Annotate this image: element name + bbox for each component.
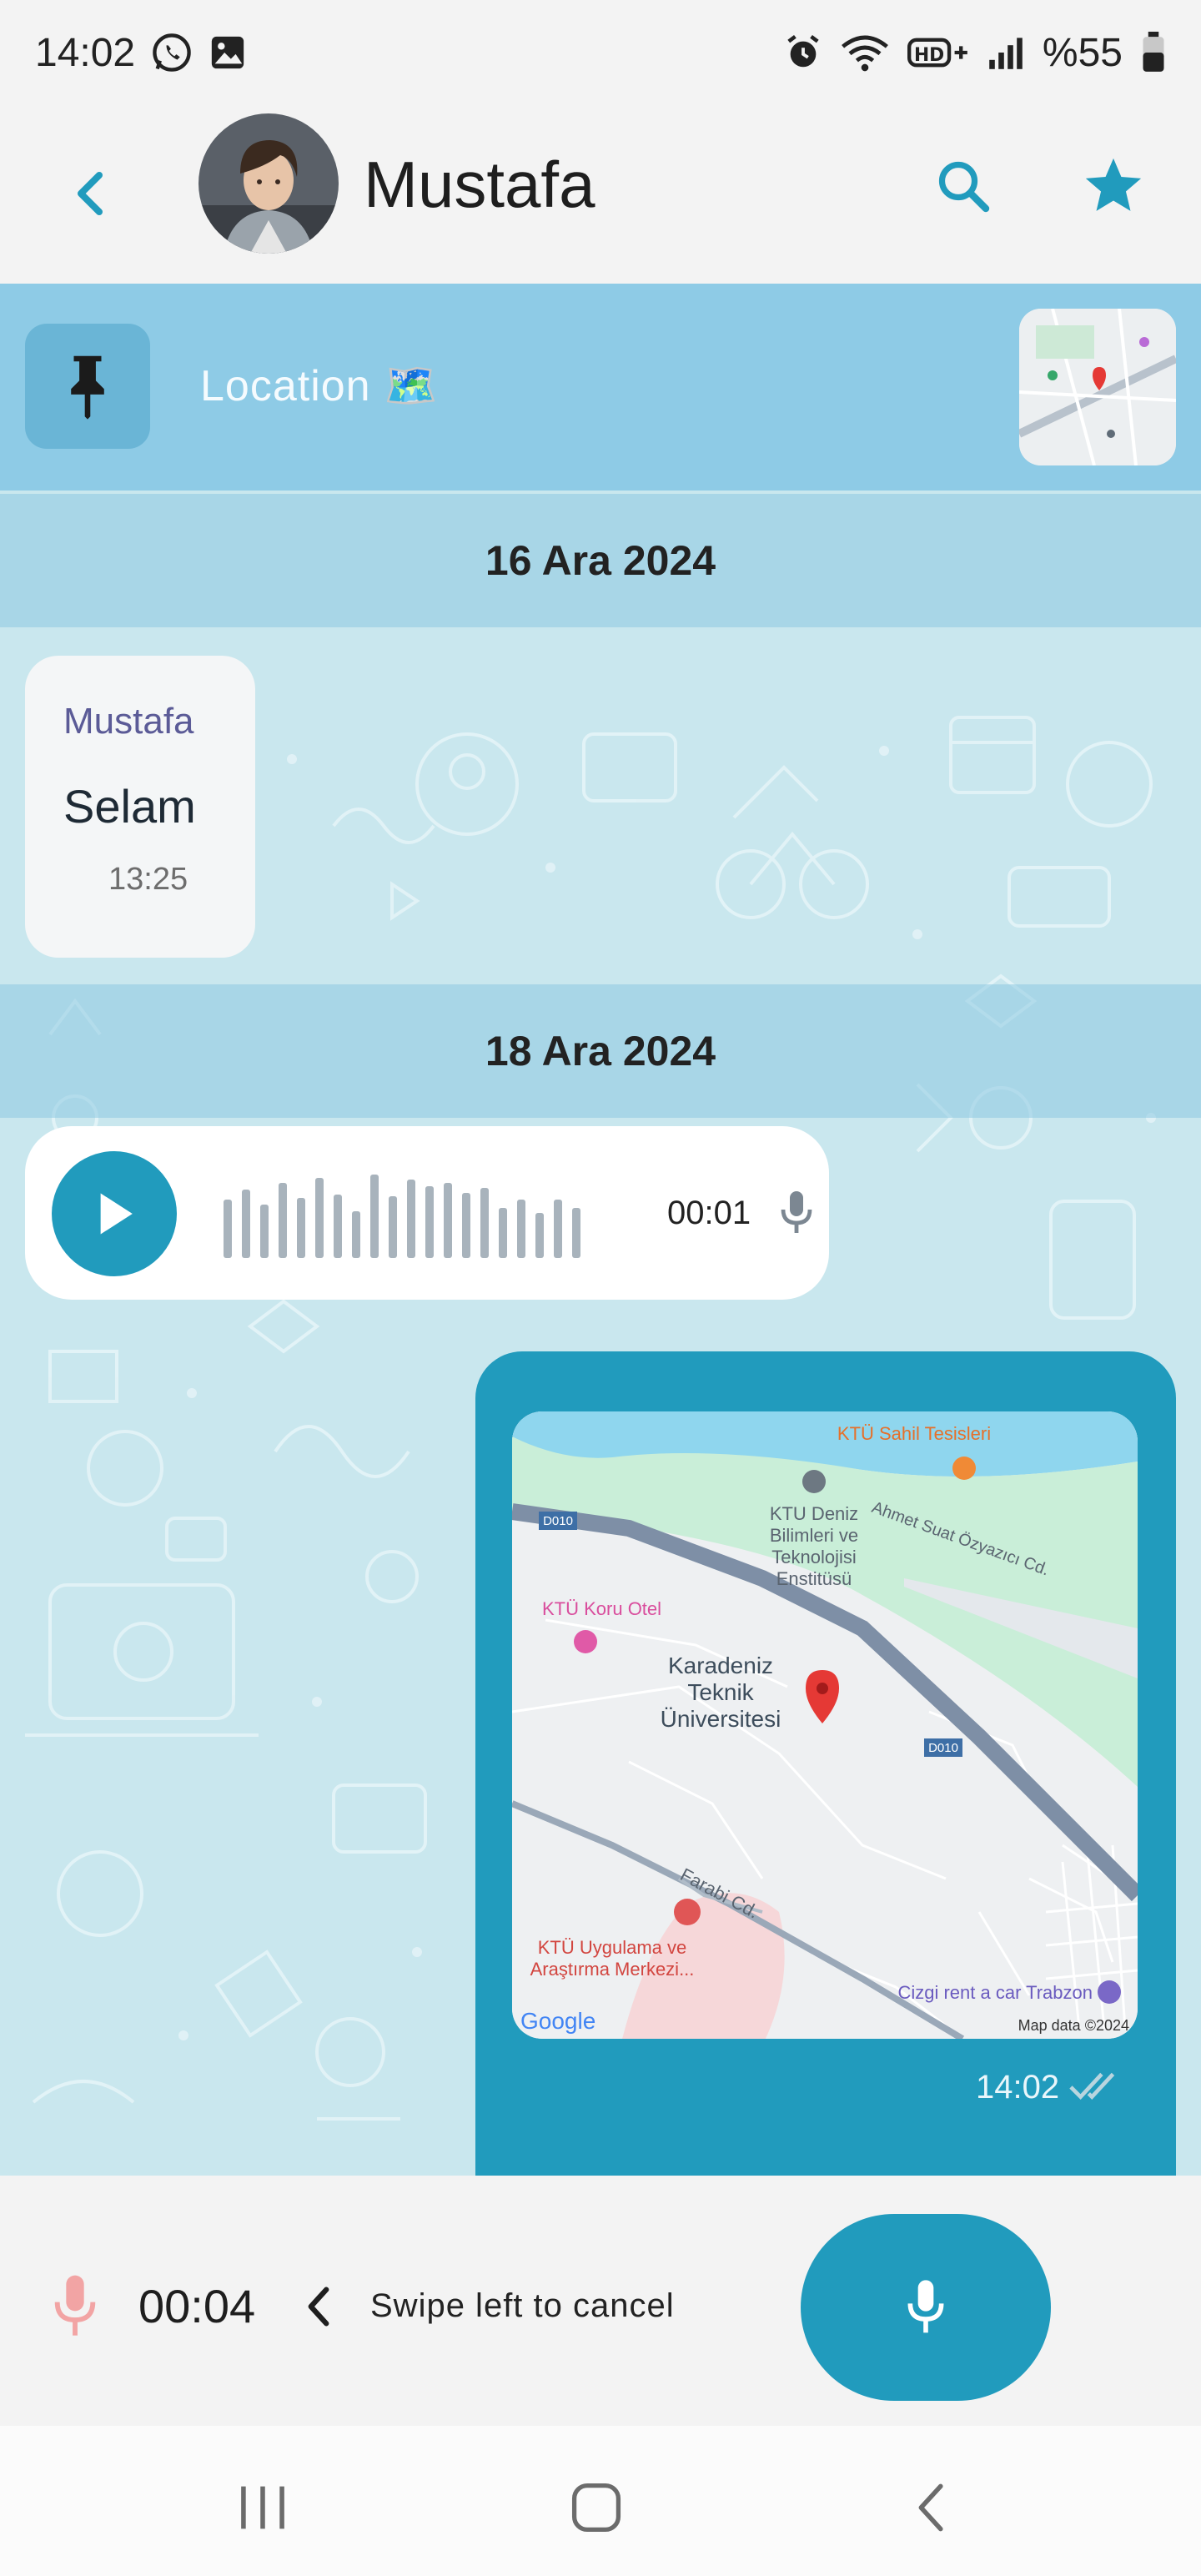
map-poi: Cizgi rent a car Trabzon bbox=[897, 1982, 1093, 2003]
pinned-message-bar[interactable]: Location 🗺️ bbox=[0, 284, 1201, 491]
map-poi: Araştırma Merkezi... bbox=[530, 1959, 695, 1980]
map-poi: Üniversitesi bbox=[661, 1706, 781, 1732]
pinned-label[interactable]: Location 🗺️ bbox=[200, 360, 439, 411]
play-icon[interactable] bbox=[52, 1151, 177, 1276]
date-separator: 18 Ara 2024 bbox=[0, 984, 1201, 1118]
whatsapp-icon bbox=[150, 31, 193, 74]
map-poi: KTU Deniz bbox=[770, 1503, 858, 1524]
alarm-icon bbox=[784, 33, 822, 72]
map-poi: KTÜ Koru Otel bbox=[542, 1598, 661, 1619]
recording-timer: 00:04 bbox=[138, 2280, 256, 2332]
record-button[interactable] bbox=[801, 2214, 1051, 2401]
read-receipt-icon bbox=[1069, 2067, 1128, 2104]
microphone-icon bbox=[45, 2271, 105, 2342]
swipe-cancel-hint: Swipe left to cancel bbox=[370, 2287, 675, 2324]
map-poi: Teknik bbox=[687, 1679, 754, 1705]
chevron-left-icon bbox=[300, 2284, 337, 2329]
pinned-map-thumbnail[interactable] bbox=[1019, 309, 1176, 465]
battery-icon bbox=[1141, 32, 1166, 73]
map-poi: KTÜ Uygulama ve bbox=[538, 1937, 687, 1958]
recording-bar: 00:04 Swipe left to cancel bbox=[0, 2176, 1201, 2426]
voice-message[interactable]: 00:01 bbox=[25, 1126, 829, 1300]
map-poi: KTÜ Sahil Tesisleri bbox=[837, 1423, 991, 1444]
contact-name[interactable]: Mustafa bbox=[364, 147, 595, 223]
battery-percent: %55 bbox=[1042, 30, 1123, 75]
message-time: 14:02 bbox=[976, 2069, 1060, 2106]
pin-icon[interactable] bbox=[25, 324, 150, 449]
chat-area[interactable]: Location 🗺️ 16 Ara 2024 Mustafa Selam 13… bbox=[0, 284, 1201, 2176]
microphone-icon bbox=[907, 2280, 944, 2333]
map-poi: Teknolojisi bbox=[771, 1547, 857, 1567]
map-attribution: Map data ©2024 bbox=[1018, 2017, 1129, 2034]
voice-waveform[interactable] bbox=[224, 1175, 590, 1258]
map-poi: Enstitüsü bbox=[776, 1568, 852, 1589]
back-icon[interactable] bbox=[884, 2474, 976, 2541]
avatar[interactable] bbox=[198, 113, 339, 254]
outgoing-location-message[interactable]: D010 D010 KTÜ Sahil Tesisleri KTU Deniz … bbox=[475, 1351, 1176, 2176]
wifi-icon bbox=[841, 33, 889, 73]
recent-apps-icon[interactable] bbox=[217, 2474, 309, 2541]
map-road-code: D010 bbox=[543, 1514, 573, 1528]
star-icon[interactable] bbox=[1076, 148, 1151, 224]
gallery-icon bbox=[209, 33, 247, 72]
chat-header: Mustafa bbox=[0, 105, 1201, 284]
back-arrow-icon[interactable] bbox=[60, 160, 118, 227]
signal-icon bbox=[987, 34, 1024, 71]
map-road-code: D010 bbox=[928, 1741, 958, 1755]
status-time: 14:02 bbox=[35, 30, 136, 75]
home-icon[interactable] bbox=[550, 2474, 642, 2541]
search-icon[interactable] bbox=[926, 148, 1001, 224]
microphone-icon bbox=[776, 1186, 817, 1240]
voice-duration: 00:01 bbox=[667, 1195, 751, 1231]
svg-text:HD: HD bbox=[914, 45, 944, 66]
map-poi: Bilimleri ve bbox=[770, 1525, 858, 1546]
date-separator: 16 Ara 2024 bbox=[0, 494, 1201, 627]
map-poi: Karadeniz bbox=[668, 1653, 773, 1678]
message-sender: Mustafa bbox=[63, 701, 194, 742]
status-bar: 14:02 HD %55 bbox=[0, 0, 1201, 105]
message-time: 13:25 bbox=[108, 862, 188, 897]
incoming-text-message[interactable]: Mustafa Selam 13:25 bbox=[25, 656, 255, 958]
message-body: Selam bbox=[63, 780, 196, 833]
hd-plus-icon: HD bbox=[907, 34, 969, 71]
google-logo: Google bbox=[520, 2008, 595, 2034]
location-map[interactable]: D010 D010 KTÜ Sahil Tesisleri KTU Deniz … bbox=[512, 1411, 1138, 2039]
system-nav-bar bbox=[0, 2426, 1201, 2576]
